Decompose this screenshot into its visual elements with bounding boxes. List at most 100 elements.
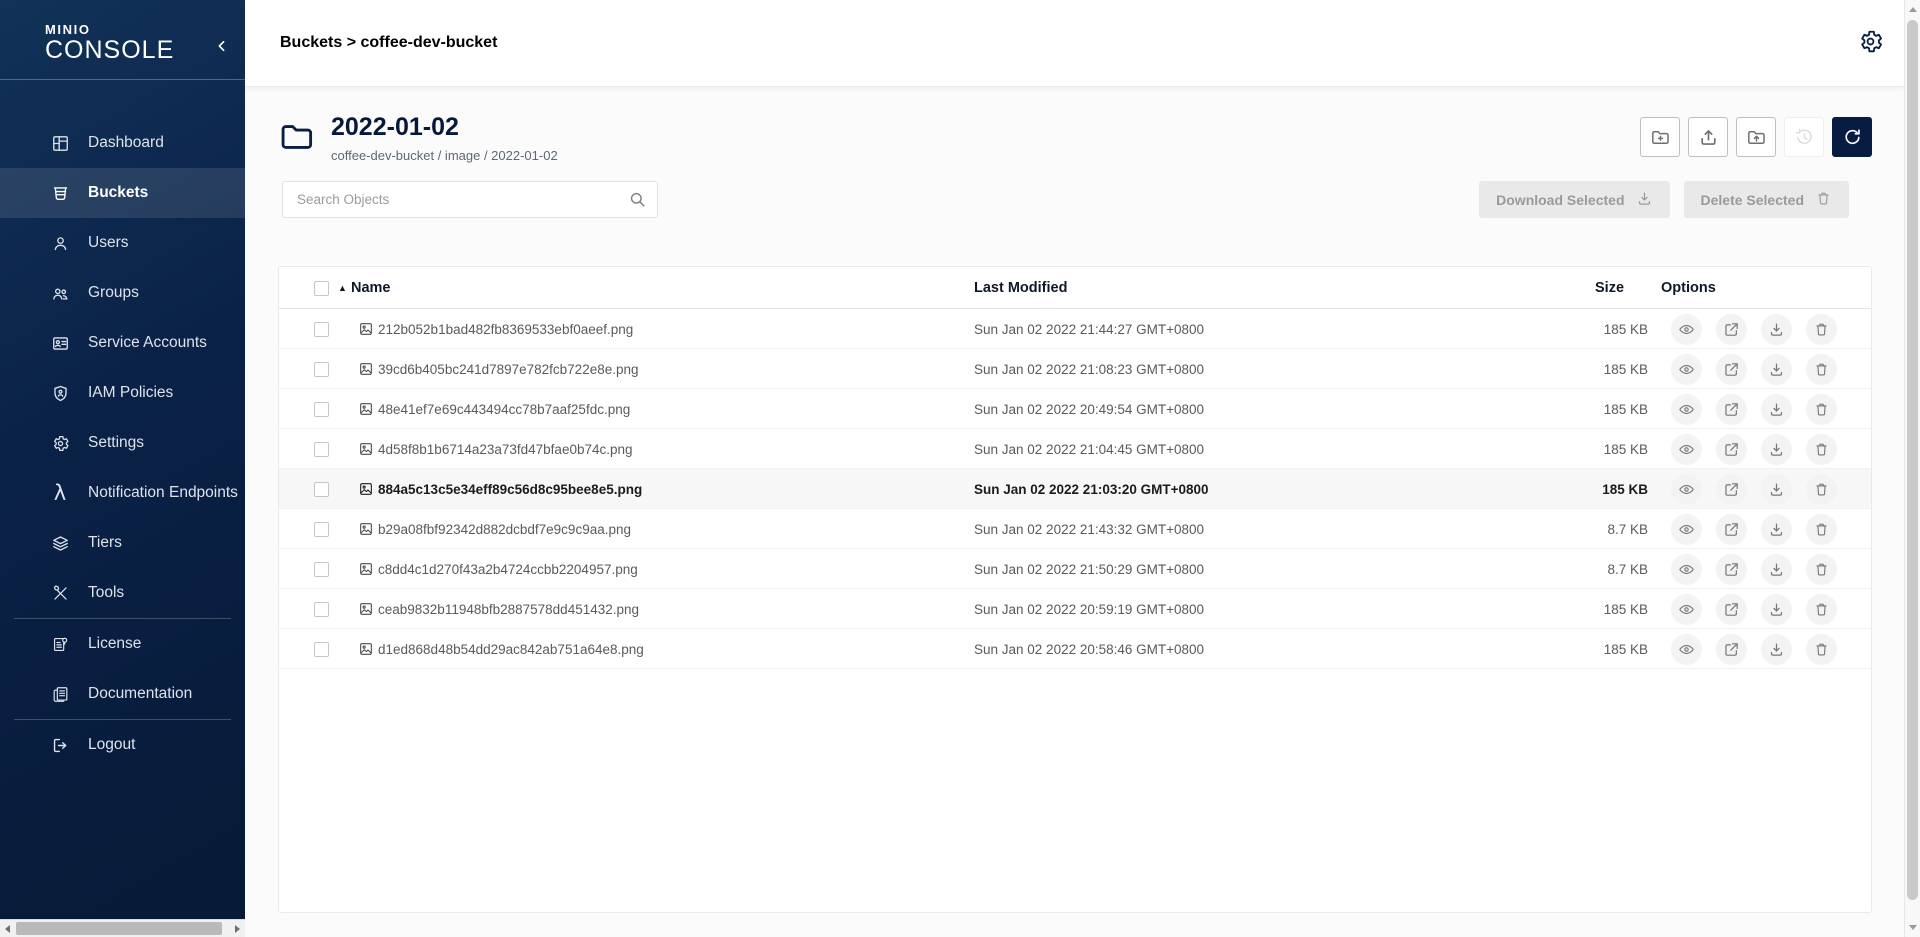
upload-file-button[interactable] bbox=[1688, 117, 1728, 157]
delete-button[interactable] bbox=[1806, 354, 1837, 385]
download-selected-button[interactable]: Download Selected bbox=[1479, 181, 1669, 218]
sidebar-item-documentation[interactable]: Documentation bbox=[0, 669, 245, 719]
select-all-checkbox[interactable] bbox=[314, 281, 329, 296]
table-row[interactable]: 39cd6b405bc241d7897e782fcb722e8e.pngSun … bbox=[279, 349, 1871, 389]
share-button[interactable] bbox=[1716, 594, 1747, 625]
download-button[interactable] bbox=[1761, 514, 1792, 545]
download-button[interactable] bbox=[1761, 434, 1792, 465]
preview-button[interactable] bbox=[1671, 354, 1702, 385]
scroll-up-arrow-icon[interactable] bbox=[1909, 7, 1917, 12]
sidebar-item-service-accounts[interactable]: Service Accounts bbox=[0, 318, 245, 368]
delete-button[interactable] bbox=[1806, 594, 1837, 625]
sidebar-item-label: Dashboard bbox=[88, 134, 164, 152]
table-row[interactable]: 4d58f8b1b6714a23a73fd47bfae0b74c.pngSun … bbox=[279, 429, 1871, 469]
preview-button[interactable] bbox=[1671, 594, 1702, 625]
delete-button[interactable] bbox=[1806, 514, 1837, 545]
groups-icon bbox=[48, 284, 72, 303]
preview-button[interactable] bbox=[1671, 474, 1702, 505]
column-header-options: Options bbox=[1661, 267, 1716, 309]
row-checkbox[interactable] bbox=[314, 602, 329, 617]
preview-button[interactable] bbox=[1671, 394, 1702, 425]
sidebar-collapse-button[interactable] bbox=[209, 34, 235, 60]
download-button[interactable] bbox=[1761, 354, 1792, 385]
logout-icon bbox=[48, 736, 72, 755]
table-row[interactable]: 212b052b1bad482fb8369533ebf0aeef.pngSun … bbox=[279, 309, 1871, 349]
share-button[interactable] bbox=[1716, 314, 1747, 345]
table-row[interactable]: ceab9832b11948bfb2887578dd451432.pngSun … bbox=[279, 589, 1871, 629]
delete-button[interactable] bbox=[1806, 554, 1837, 585]
sidebar-item-tools[interactable]: Tools bbox=[0, 568, 245, 618]
download-button[interactable] bbox=[1761, 474, 1792, 505]
share-button[interactable] bbox=[1716, 514, 1747, 545]
row-checkbox[interactable] bbox=[314, 642, 329, 657]
delete-button[interactable] bbox=[1806, 394, 1837, 425]
download-button[interactable] bbox=[1761, 554, 1792, 585]
sidebar-item-buckets[interactable]: Buckets bbox=[0, 168, 245, 218]
table-row[interactable]: 884a5c13c5e34eff89c56d8c95bee8e5.pngSun … bbox=[279, 469, 1871, 509]
row-checkbox[interactable] bbox=[314, 522, 329, 537]
table-row[interactable]: c8dd4c1d270f43a2b4724ccbb2204957.pngSun … bbox=[279, 549, 1871, 589]
scroll-down-arrow-icon[interactable] bbox=[1909, 925, 1917, 930]
share-button[interactable] bbox=[1716, 354, 1747, 385]
preview-button[interactable] bbox=[1671, 634, 1702, 665]
share-button[interactable] bbox=[1716, 634, 1747, 665]
row-checkbox[interactable] bbox=[314, 402, 329, 417]
table-row[interactable]: 48e41ef7e69c443494cc78b7aaf25fdc.pngSun … bbox=[279, 389, 1871, 429]
search-input[interactable] bbox=[282, 181, 658, 218]
delete-button[interactable] bbox=[1806, 314, 1837, 345]
share-icon bbox=[1723, 641, 1740, 658]
download-button[interactable] bbox=[1761, 394, 1792, 425]
share-button[interactable] bbox=[1716, 394, 1747, 425]
table-row[interactable]: b29a08fbf92342d882dcbdf7e9c9c9aa.pngSun … bbox=[279, 509, 1871, 549]
download-button[interactable] bbox=[1761, 634, 1792, 665]
download-icon bbox=[1636, 190, 1653, 210]
column-header-name[interactable]: Name bbox=[351, 267, 391, 309]
row-checkbox[interactable] bbox=[314, 362, 329, 377]
row-checkbox[interactable] bbox=[314, 482, 329, 497]
delete-selected-button[interactable]: Delete Selected bbox=[1684, 181, 1850, 218]
share-button[interactable] bbox=[1716, 474, 1747, 505]
sidebar-item-dashboard[interactable]: Dashboard bbox=[0, 118, 245, 168]
sidebar-item-settings[interactable]: Settings bbox=[0, 418, 245, 468]
sidebar-item-license[interactable]: License bbox=[0, 619, 245, 669]
horizontal-scrollbar[interactable] bbox=[0, 919, 245, 937]
sidebar-item-tiers[interactable]: Tiers bbox=[0, 518, 245, 568]
scroll-right-arrow-icon[interactable] bbox=[235, 925, 240, 933]
upload-folder-icon bbox=[1746, 127, 1767, 148]
row-checkbox[interactable] bbox=[314, 442, 329, 457]
preview-button[interactable] bbox=[1671, 514, 1702, 545]
delete-button[interactable] bbox=[1806, 474, 1837, 505]
sidebar-item-label: Service Accounts bbox=[88, 334, 207, 352]
app-header: Buckets > coffee-dev-bucket bbox=[245, 0, 1904, 87]
sidebar-item-logout[interactable]: Logout bbox=[0, 720, 245, 770]
preview-button[interactable] bbox=[1671, 314, 1702, 345]
download-button[interactable] bbox=[1761, 314, 1792, 345]
new-path-button[interactable] bbox=[1640, 117, 1680, 157]
scroll-left-arrow-icon[interactable] bbox=[5, 925, 10, 933]
breadcrumb[interactable]: Buckets > coffee-dev-bucket bbox=[280, 34, 497, 52]
sidebar-item-groups[interactable]: Groups bbox=[0, 268, 245, 318]
delete-button[interactable] bbox=[1806, 434, 1837, 465]
vertical-scrollbar-thumb[interactable] bbox=[1907, 20, 1918, 900]
share-button[interactable] bbox=[1716, 434, 1747, 465]
header-settings-button[interactable] bbox=[1850, 23, 1890, 63]
share-button[interactable] bbox=[1716, 554, 1747, 585]
preview-button[interactable] bbox=[1671, 554, 1702, 585]
download-button[interactable] bbox=[1761, 594, 1792, 625]
vertical-scrollbar[interactable] bbox=[1904, 0, 1920, 937]
sidebar-item-users[interactable]: Users bbox=[0, 218, 245, 268]
sidebar-item-iam-policies[interactable]: IAM Policies bbox=[0, 368, 245, 418]
preview-button[interactable] bbox=[1671, 434, 1702, 465]
download-icon bbox=[1768, 601, 1785, 618]
row-checkbox[interactable] bbox=[314, 562, 329, 577]
object-last-modified: Sun Jan 02 2022 20:49:54 GMT+0800 bbox=[974, 389, 1204, 429]
sidebar-header: MINIO CONSOLE bbox=[0, 0, 245, 80]
refresh-button[interactable] bbox=[1832, 117, 1872, 157]
file-image-icon bbox=[358, 589, 374, 629]
horizontal-scrollbar-thumb[interactable] bbox=[16, 922, 222, 935]
sidebar-item-notification-endpoints[interactable]: λNotification Endpoints bbox=[0, 468, 245, 518]
table-row[interactable]: d1ed868d48b54dd29ac842ab751a64e8.pngSun … bbox=[279, 629, 1871, 669]
upload-folder-button[interactable] bbox=[1736, 117, 1776, 157]
row-checkbox[interactable] bbox=[314, 322, 329, 337]
delete-button[interactable] bbox=[1806, 634, 1837, 665]
